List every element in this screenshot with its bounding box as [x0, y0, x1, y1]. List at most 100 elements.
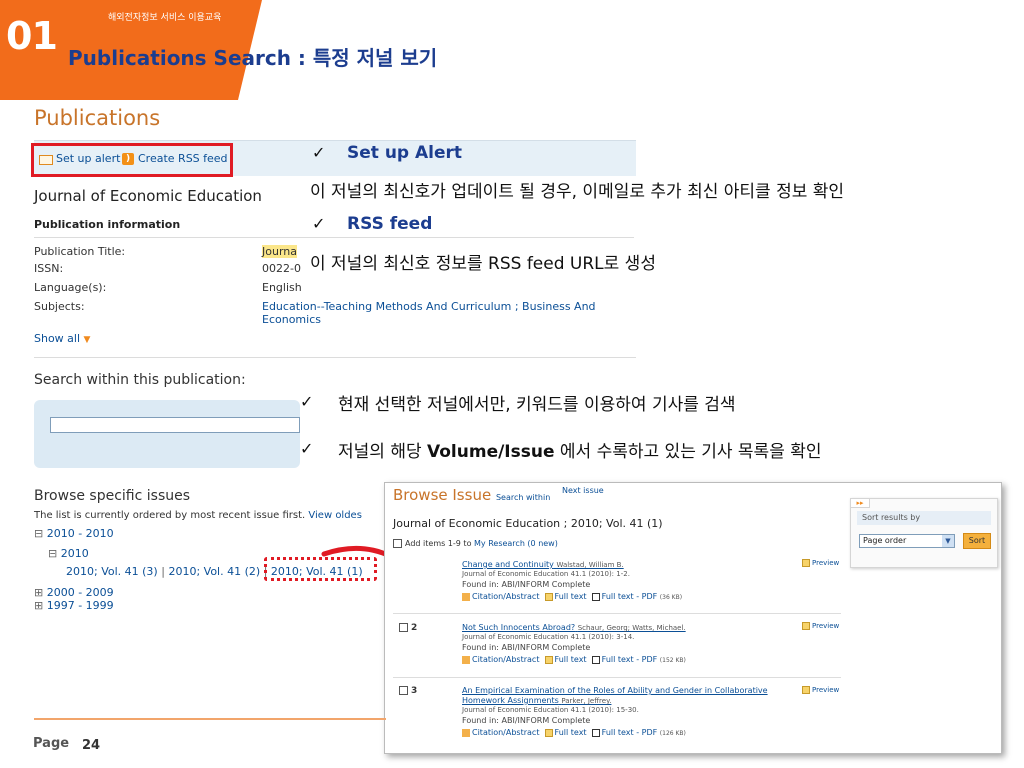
pdf-size: (152 KB) — [659, 657, 686, 664]
show-all-label[interactable]: Show all — [34, 332, 80, 345]
article-source: Journal of Economic Education 41.1 (2010… — [462, 706, 639, 714]
collapse-panel-icon[interactable]: ▸▸ — [850, 498, 870, 508]
chevron-down-icon[interactable]: ▼ — [942, 535, 954, 547]
check-icon: ✓ — [312, 143, 326, 162]
browse-issue-heading: Browse Issue — [393, 486, 492, 504]
search-annotation: 현재 선택한 저널에서만, 키워드를 이용하여 기사를 검색 — [338, 395, 736, 415]
article-author: Parker, Jeffrey. — [561, 697, 612, 705]
tree-label[interactable]: 1997 - 1999 — [47, 599, 114, 612]
check-icon: ✓ — [312, 214, 326, 233]
article-links: Citation/Abstract Full text Full text - … — [462, 655, 686, 664]
pdf-icon — [591, 655, 600, 664]
pdf-link[interactable]: Full text - PDF — [602, 655, 658, 664]
article-found-in: Found in: ABI/INFORM Complete — [462, 580, 591, 589]
select-all-checkbox[interactable] — [393, 539, 402, 548]
tree-range-2010[interactable]: ⊟ 2010 - 2010 — [34, 527, 114, 540]
next-issue-link[interactable]: Next issue — [562, 486, 604, 495]
expand-icon[interactable]: ⊞ — [34, 599, 43, 612]
article-title-link[interactable]: An Empirical Examination of the Roles of… — [462, 686, 782, 706]
full-text-link[interactable]: Full text — [555, 655, 587, 664]
article-checkbox[interactable] — [399, 686, 408, 695]
preview-label[interactable]: Preview — [812, 686, 839, 694]
issue-link[interactable]: 2010; Vol. 41 (2) — [168, 565, 260, 578]
preview-label[interactable]: Preview — [812, 559, 839, 567]
info-value: Journa — [262, 245, 297, 258]
tree-label[interactable]: 2000 - 2009 — [47, 586, 114, 599]
tree-range-1997[interactable]: ⊞ 1997 - 1999 — [34, 599, 114, 612]
article-title[interactable]: Change and Continuity — [462, 560, 554, 569]
divider — [34, 237, 634, 238]
article-source: Journal of Economic Education 41.1 (2010… — [462, 633, 635, 641]
tree-year-2010[interactable]: ⊟ 2010 — [48, 547, 89, 560]
full-text-icon — [544, 592, 553, 601]
issue-journal-line: Journal of Economic Education ; 2010; Vo… — [393, 517, 663, 530]
pdf-link[interactable]: Full text - PDF — [602, 592, 658, 601]
preview-link[interactable]: Preview — [802, 686, 839, 694]
pdf-size: (126 KB) — [659, 730, 686, 737]
search-within-link[interactable]: Search within — [496, 493, 550, 502]
sort-selected-value[interactable]: Page order — [863, 536, 906, 545]
preview-icon — [802, 559, 810, 567]
divider — [34, 357, 636, 358]
sort-heading: Sort results by — [857, 511, 991, 525]
citation-link[interactable]: Citation/Abstract — [472, 592, 539, 601]
issue-link[interactable]: 2010; Vol. 41 (3) — [66, 565, 158, 578]
browse-issues-heading: Browse specific issues — [34, 488, 191, 504]
citation-link[interactable]: Citation/Abstract — [472, 655, 539, 664]
article-checkbox[interactable] — [399, 623, 408, 632]
sort-button[interactable]: Sort — [963, 533, 991, 549]
tree-label[interactable]: 2010 — [61, 547, 89, 560]
tree-range-2000[interactable]: ⊞ 2000 - 2009 — [34, 586, 114, 599]
collapse-icon[interactable]: ⊟ — [34, 527, 43, 540]
divider — [393, 613, 841, 614]
subjects-link[interactable]: Education--Teaching Methods And Curricul… — [262, 300, 607, 326]
full-text-link[interactable]: Full text — [555, 592, 587, 601]
info-label: Subjects: — [34, 300, 85, 313]
add-items-text: Add items 1-9 to — [405, 539, 472, 548]
separator: | — [161, 565, 165, 578]
slide-title: Publications Search : 특정 저널 보기 — [68, 46, 438, 70]
article-title[interactable]: Not Such Innocents Abroad? — [462, 623, 575, 632]
article-author: Walstad, William B. — [556, 561, 624, 569]
article-title-link[interactable]: Change and Continuity Walstad, William B… — [462, 560, 782, 570]
article-found-in: Found in: ABI/INFORM Complete — [462, 716, 591, 725]
article-title-link[interactable]: Not Such Innocents Abroad? Schaur, Georg… — [462, 623, 782, 633]
section-number: 01 — [6, 14, 58, 58]
volume-annotation-pre: 저널의 해당 — [338, 442, 428, 462]
info-label: Publication Title: — [34, 245, 126, 258]
citation-link[interactable]: Citation/Abstract — [472, 728, 539, 737]
footer-line — [34, 718, 386, 720]
preview-link[interactable]: Preview — [802, 559, 839, 567]
search-within-heading: Search within this publication: — [34, 372, 246, 388]
add-items-row: Add items 1-9 to My Research (0 new) — [393, 539, 558, 548]
article-number-text: 3 — [411, 686, 418, 696]
preview-link[interactable]: Preview — [802, 622, 839, 630]
check-icon: ✓ — [300, 439, 314, 458]
alert-annotation-title: Set up Alert — [347, 143, 463, 163]
expand-icon[interactable]: ⊞ — [34, 586, 43, 599]
citation-icon — [462, 655, 470, 664]
my-research-link[interactable]: My Research (0 new) — [474, 539, 558, 548]
page-number: 24 — [82, 738, 101, 753]
article-number-text: 2 — [411, 623, 418, 633]
issn-value: 0022-0 — [262, 262, 301, 275]
alert-annotation-desc: 이 저널의 최신호가 업데이트 될 경우, 이메일로 추가 최신 아티클 정보 … — [310, 182, 845, 202]
publications-heading: Publications — [34, 106, 161, 130]
article-title[interactable]: An Empirical Examination of the Roles of… — [462, 686, 768, 705]
collapse-icon[interactable]: ⊟ — [48, 547, 57, 560]
view-oldest-link[interactable]: View oldes — [308, 510, 362, 521]
article-links: Citation/Abstract Full text Full text - … — [462, 728, 686, 737]
tree-label[interactable]: 2010 - 2010 — [47, 527, 114, 540]
article-found-in: Found in: ABI/INFORM Complete — [462, 643, 591, 652]
section-subtitle: 해외전자정보 서비스 이용교육 — [108, 13, 222, 23]
full-text-link[interactable]: Full text — [555, 728, 587, 737]
language-value: English — [262, 281, 302, 294]
pdf-icon — [591, 592, 600, 601]
sort-select[interactable]: Page order ▼ — [859, 534, 955, 548]
volume-annotation-post: 에서 수록하고 있는 기사 목록을 확인 — [554, 442, 822, 462]
preview-label[interactable]: Preview — [812, 622, 839, 630]
search-input[interactable] — [50, 417, 300, 433]
show-all-link[interactable]: Show all ▼ — [34, 332, 90, 345]
browse-issue-panel: Browse Issue Search within Next issue Jo… — [384, 482, 1002, 754]
pdf-link[interactable]: Full text - PDF — [602, 728, 658, 737]
